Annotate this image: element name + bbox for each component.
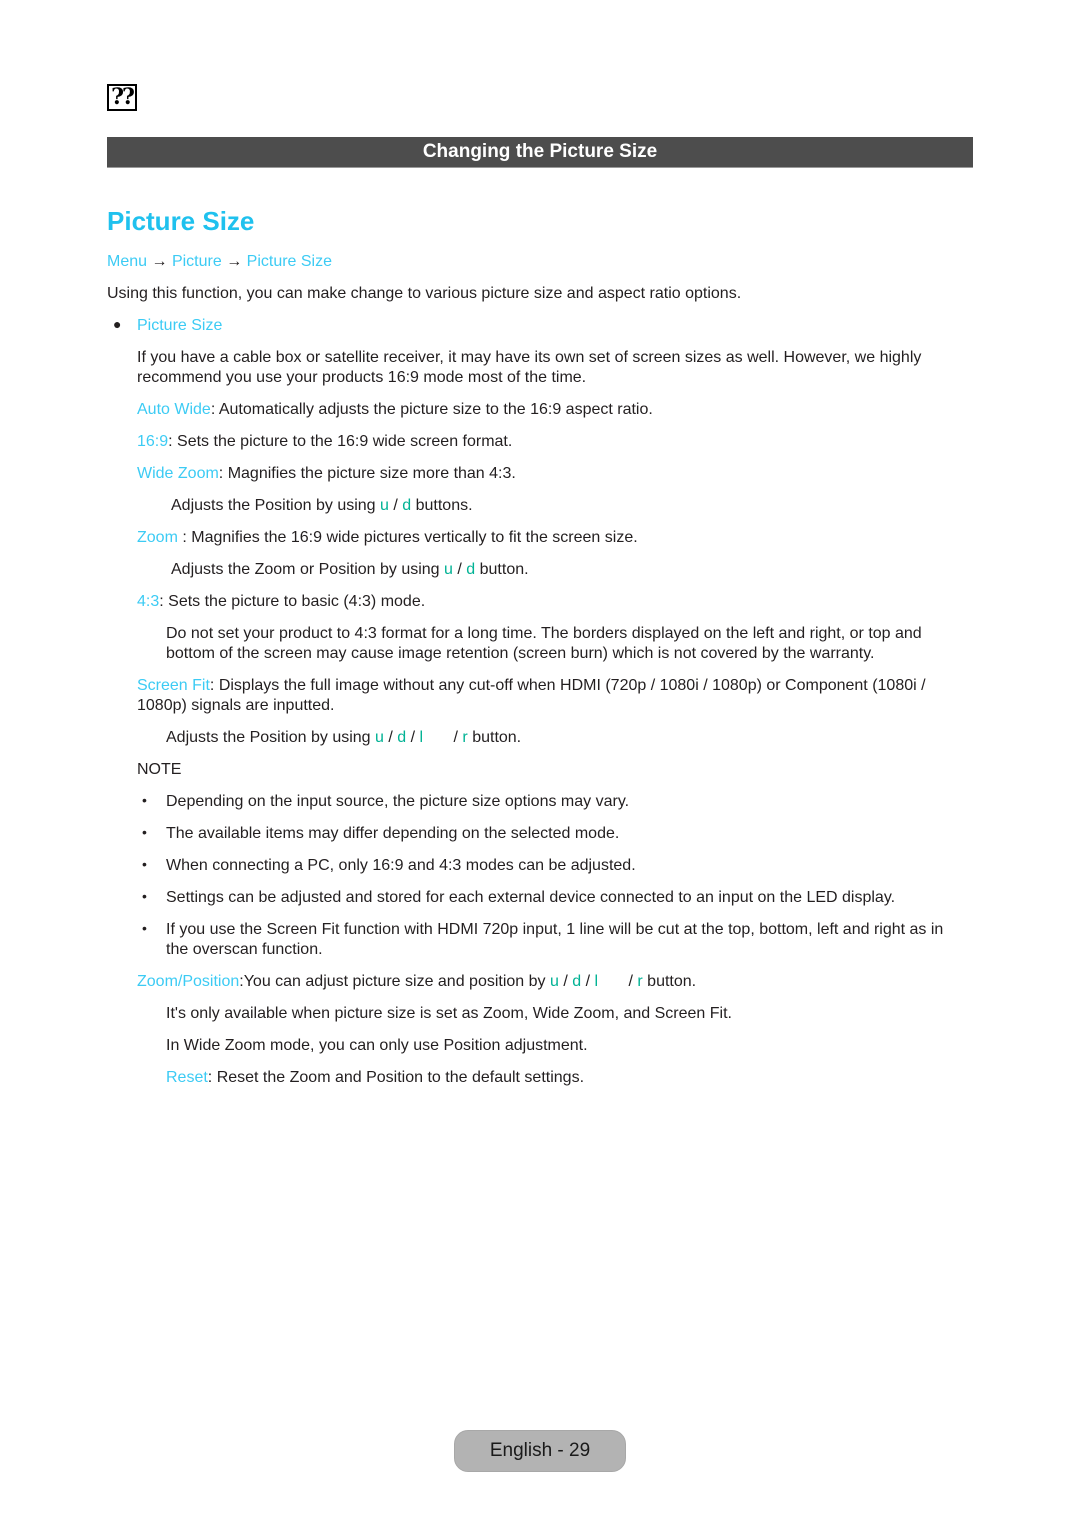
- breadcrumb-picture[interactable]: Picture: [172, 253, 222, 270]
- page-title: Picture Size: [107, 206, 255, 236]
- breadcrumb-picture-size[interactable]: Picture Size: [247, 253, 332, 270]
- section-header: Changing the Picture Size: [107, 137, 973, 168]
- down-key-icon: d: [402, 497, 412, 514]
- bullet-icon: ●: [113, 316, 122, 332]
- option-label: 16:9: [137, 433, 169, 450]
- zoom-position-option: Zoom/Position:You can adjust picture siz…: [137, 972, 696, 992]
- option-text: : Sets the picture to the 16:9 wide scre…: [168, 433, 513, 450]
- separator: /: [406, 729, 420, 746]
- reset-option: Reset: Reset the Zoom and Position to th…: [166, 1068, 584, 1088]
- separator: /: [452, 561, 467, 578]
- sub-text: Adjusts the Position by using: [171, 497, 381, 514]
- sub-text: buttons.: [411, 497, 473, 514]
- bullet-icon: •: [142, 920, 147, 936]
- down-key-icon: d: [572, 973, 582, 990]
- option-label: Zoom: [137, 529, 178, 546]
- left-key-icon: l: [594, 973, 599, 990]
- missing-glyph-icon: ??: [107, 84, 137, 111]
- note-item: Depending on the input source, the pictu…: [166, 793, 630, 810]
- option-text: : Sets the picture to basic (4:3) mode.: [159, 593, 426, 610]
- up-key-icon: u: [375, 729, 384, 746]
- sub-text: Adjusts the Zoom or Position by using: [171, 561, 445, 578]
- option-text: : Displays the full image without any cu…: [209, 677, 926, 694]
- sub-text: button.: [475, 561, 529, 578]
- bullet-icon: •: [142, 824, 147, 840]
- bullet-icon: •: [142, 856, 147, 872]
- warning-4-3-line-2: bottom of the screen may cause image ret…: [166, 645, 875, 662]
- note-item: The available items may differ depending…: [166, 825, 620, 842]
- option-label: Wide Zoom: [137, 465, 219, 482]
- note-item: If you use the Screen Fit function with …: [166, 921, 944, 938]
- option-label: 4:3: [137, 593, 160, 610]
- breadcrumb: Menu → Picture → Picture Size: [107, 252, 332, 272]
- separator: /: [558, 973, 573, 990]
- option-16-9: 16:9: Sets the picture to the 16:9 wide …: [137, 432, 512, 452]
- picture-size-desc-2: recommend you use your products 16:9 mod…: [137, 369, 587, 386]
- picture-size-option: Picture Size: [137, 317, 223, 334]
- left-key-icon: l: [419, 729, 424, 746]
- note-item-continued: the overscan function.: [166, 941, 323, 958]
- separator: /: [624, 973, 638, 990]
- note-item: Settings can be adjusted and stored for …: [166, 889, 896, 906]
- option-text: : Magnifies the picture size more than 4…: [218, 465, 516, 482]
- wide-zoom-sub: Adjusts the Position by using u / d butt…: [171, 496, 473, 516]
- picture-size-desc-1: If you have a cable box or satellite rec…: [137, 349, 922, 366]
- option-screen-fit-line-2: 1080p) signals are inputted.: [137, 697, 335, 714]
- up-key-icon: u: [444, 561, 453, 578]
- bullet-icon: •: [142, 888, 147, 904]
- option-zoom: Zoom : Magnifies the 16:9 wide pictures …: [137, 528, 638, 548]
- breadcrumb-arrow-icon: →: [151, 253, 168, 270]
- option-text: button.: [642, 973, 697, 990]
- sub-text: button.: [467, 729, 522, 746]
- option-text: :You can adjust picture size and positio…: [239, 973, 550, 990]
- intro-text: Using this function, you can make change…: [107, 285, 742, 302]
- separator: /: [581, 973, 595, 990]
- zoom-sub: Adjusts the Zoom or Position by using u …: [171, 560, 529, 580]
- breadcrumb-menu[interactable]: Menu: [107, 253, 147, 270]
- option-label: Screen Fit: [137, 677, 210, 694]
- bullet-icon: •: [142, 792, 147, 808]
- option-4-3: 4:3: Sets the picture to basic (4:3) mod…: [137, 592, 425, 612]
- up-key-icon: u: [549, 973, 559, 990]
- option-auto-wide: Auto Wide: Automatically adjusts the pic…: [137, 400, 653, 420]
- option-text: : Reset the Zoom and Position to the def…: [207, 1069, 585, 1086]
- zoom-position-info-1: It's only available when picture size is…: [166, 1005, 732, 1022]
- page-number-badge: English - 29: [454, 1430, 626, 1472]
- note-heading: NOTE: [137, 761, 182, 778]
- warning-4-3-line-1: Do not set your product to 4:3 format fo…: [166, 625, 922, 642]
- option-text: : Magnifies the 16:9 wide pictures verti…: [177, 529, 638, 546]
- option-text: : Automatically adjusts the picture size…: [210, 401, 653, 418]
- breadcrumb-arrow-icon: →: [226, 253, 243, 270]
- separator: /: [388, 497, 403, 514]
- down-key-icon: d: [397, 729, 407, 746]
- up-key-icon: u: [380, 497, 389, 514]
- separator: /: [449, 729, 463, 746]
- separator: /: [383, 729, 398, 746]
- option-label: Reset: [166, 1069, 208, 1086]
- note-item: When connecting a PC, only 16:9 and 4:3 …: [166, 857, 636, 874]
- zoom-position-info-2: In Wide Zoom mode, you can only use Posi…: [166, 1037, 588, 1054]
- option-screen-fit: Screen Fit: Displays the full image with…: [137, 676, 926, 696]
- option-wide-zoom: Wide Zoom: Magnifies the picture size mo…: [137, 464, 516, 484]
- sub-text: Adjusts the Position by using: [166, 729, 376, 746]
- screen-fit-sub: Adjusts the Position by using u / d / l …: [166, 728, 521, 748]
- option-label: Auto Wide: [137, 401, 211, 418]
- down-key-icon: d: [466, 561, 476, 578]
- option-label: Zoom/Position: [137, 973, 240, 990]
